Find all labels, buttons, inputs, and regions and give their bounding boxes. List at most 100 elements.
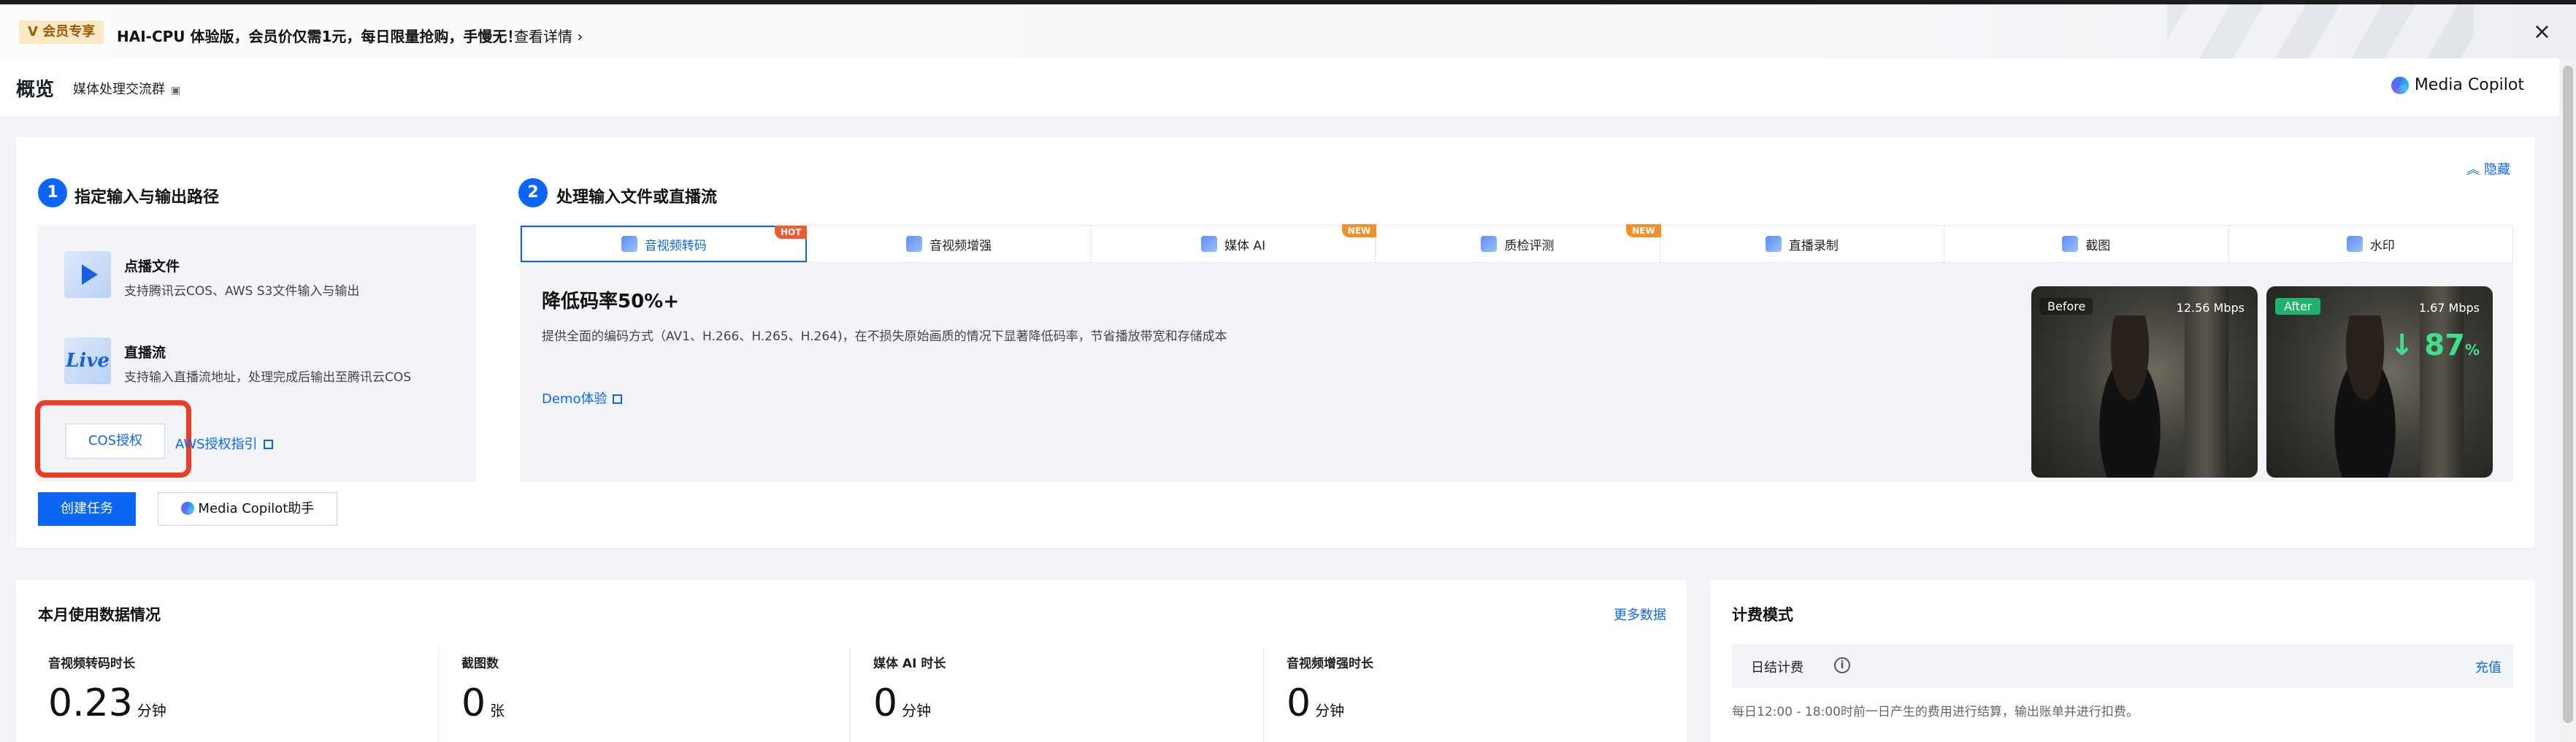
aws-guide-link[interactable]: AWS授权指引 (175, 434, 273, 453)
metric-screenshot: 截图数 0张 (461, 653, 505, 742)
source-vod-desc: 支持腾讯云COS、AWS S3文件输入与输出 (124, 284, 360, 299)
copilot-icon (180, 502, 194, 515)
tree-trunk (2185, 286, 2228, 478)
tab-transcode[interactable]: 音视频转码 HOT (521, 226, 808, 262)
billing-title: 计费模式 (1732, 606, 1793, 624)
enhance-icon (906, 236, 923, 252)
metric-value: 0 (873, 681, 898, 725)
source-live-title: 直播流 (124, 345, 166, 361)
create-task-button[interactable]: 创建任务 (38, 492, 136, 526)
hide-link[interactable]: ︽ 隐藏 (2466, 159, 2510, 178)
more-data-link[interactable]: 更多数据 (1614, 605, 1666, 624)
screenshot-icon (2062, 236, 2079, 252)
view-details-link[interactable]: 查看详情 › (514, 25, 583, 46)
tab-watermark[interactable]: 水印 (2229, 226, 2512, 262)
demo-label: Demo体验 (542, 391, 607, 407)
tab-enhance[interactable]: 音视频增强 (807, 226, 1092, 262)
tab-quality-check[interactable]: 质检评测 NEW (1376, 224, 1661, 262)
after-tag: After (2275, 298, 2321, 315)
tab-label: 截图 (2085, 238, 2111, 253)
tab-media-ai[interactable]: 媒体 AI NEW (1092, 224, 1377, 262)
usage-card: 本月使用数据情况 更多数据 音视频转码时长 0.23 分钟 截图数 0张 媒体 A… (16, 580, 1687, 742)
divider (438, 647, 439, 742)
feature-title: 降低码率50%+ (542, 291, 680, 313)
metric-unit: 分钟 (1315, 702, 1345, 719)
reduction-percent: ↓ 87% (2389, 329, 2480, 362)
after-rate: 1.67 Mbps (2418, 301, 2480, 315)
aws-guide-label: AWS授权指引 (175, 437, 258, 452)
new-badge: NEW (1341, 224, 1377, 237)
metric-value-row: 0 分钟 (1287, 681, 1373, 725)
external-link-icon (263, 440, 273, 449)
metric-value-row: 0张 (461, 681, 505, 725)
billing-row: 日结计费 i 充值 (1732, 644, 2513, 688)
qrcode-icon: ▣ (171, 85, 181, 96)
metric-label: 音视频转码时长 (48, 657, 135, 671)
metric-unit: 分钟 (902, 702, 932, 719)
member-tag: V 会员专享 (19, 20, 104, 44)
tree-trunk (2420, 286, 2464, 478)
divider (850, 647, 851, 742)
copilot-assistant-button[interactable]: Media Copilot助手 (158, 492, 337, 526)
step-1-badge: 1 (38, 178, 67, 207)
watermark-icon (2346, 236, 2363, 252)
close-icon[interactable]: × (2533, 20, 2551, 44)
media-ai-icon (1201, 236, 1218, 252)
step-2-badge: 2 (518, 178, 548, 207)
metric-transcode: 音视频转码时长 0.23 分钟 (48, 653, 166, 742)
source-vod-title: 点播文件 (124, 259, 180, 275)
usage-title: 本月使用数据情况 (38, 606, 161, 624)
page-header: 概览 媒体处理交流群 ▣ Media Copilot (0, 58, 2559, 115)
copilot-label: Media Copilot (2414, 76, 2524, 94)
metric-unit: 分钟 (137, 702, 166, 719)
new-badge: NEW (1626, 224, 1661, 237)
tab-live-record[interactable]: 直播录制 (1660, 226, 1945, 262)
play-icon (64, 251, 111, 298)
info-icon[interactable]: i (1834, 657, 1850, 673)
external-link-icon (613, 394, 623, 404)
billing-note: 每日12:00 - 18:00时前一日产生的费用进行结算，输出账单并进行扣费。 (1732, 705, 2139, 719)
billing-mode: 日结计费 (1751, 660, 1803, 676)
scrollbar-thumb[interactable] (2563, 66, 2573, 723)
live-record-icon (1765, 236, 1782, 252)
transcode-icon (621, 236, 637, 252)
billing-card: 计费模式 日结计费 i 充值 每日12:00 - 18:00时前一日产生的费用进… (1710, 580, 2535, 742)
feature-desc: 提供全面的编码方式（AV1、H.266、H.265、H.264)，在不损失原始画… (542, 329, 1227, 344)
before-image: Before 12.56 Mbps (2031, 286, 2258, 478)
tab-label: 音视频转码 (644, 238, 707, 253)
tab-label: 直播录制 (1788, 238, 1839, 253)
metric-value-row: 0.23 分钟 (48, 681, 166, 725)
pct-value: 87 (2424, 329, 2465, 362)
demo-link[interactable]: Demo体验 (542, 389, 623, 408)
banner-decoration (2167, 4, 2474, 58)
tab-label: 质检评测 (1504, 238, 1555, 253)
tab-label: 水印 (2369, 238, 2395, 253)
source-live-desc: 支持输入直播流地址，处理完成后输出至腾讯云COS (124, 370, 412, 385)
step-2-title: 处理输入文件或直播流 (556, 188, 718, 207)
hide-label: 隐藏 (2484, 162, 2510, 177)
page-title: 概览 (16, 79, 55, 101)
before-rate: 12.56 Mbps (2176, 301, 2245, 315)
live-icon: Live (64, 337, 111, 384)
metric-label: 音视频增强时长 (1287, 657, 1373, 671)
tab-screenshot[interactable]: 截图 (1944, 226, 2229, 262)
step-1-title: 指定输入与输出路径 (74, 188, 220, 207)
copilot-icon (2391, 76, 2409, 94)
before-tag: Before (2040, 298, 2093, 315)
recharge-link[interactable]: 充值 (2475, 657, 2502, 676)
metric-value: 0 (1287, 681, 1311, 725)
group-link[interactable]: 媒体处理交流群 ▣ (73, 79, 180, 98)
media-copilot-button[interactable]: Media Copilot (2391, 76, 2524, 94)
highlight-box (35, 400, 191, 478)
tab-label: 媒体 AI (1224, 238, 1266, 253)
pct-unit: % (2464, 341, 2480, 359)
promo-text: HAI-CPU 体验版，会员价仅需1元，每日限量抢购，手慢无！ (117, 28, 522, 45)
promo-banner: V 会员专享 HAI-CPU 体验版，会员价仅需1元，每日限量抢购，手慢无！ 查… (0, 0, 2576, 58)
runner-figure (2082, 315, 2177, 478)
metric-value-row: 0 分钟 (873, 681, 946, 725)
copilot-assistant-label: Media Copilot助手 (198, 501, 315, 516)
after-image: After 1.67 Mbps ↓ 87% (2266, 286, 2493, 478)
metric-enhance: 音视频增强时长 0 分钟 (1287, 653, 1373, 742)
group-link-label: 媒体处理交流群 (73, 82, 165, 97)
metric-unit: 张 (490, 702, 505, 719)
